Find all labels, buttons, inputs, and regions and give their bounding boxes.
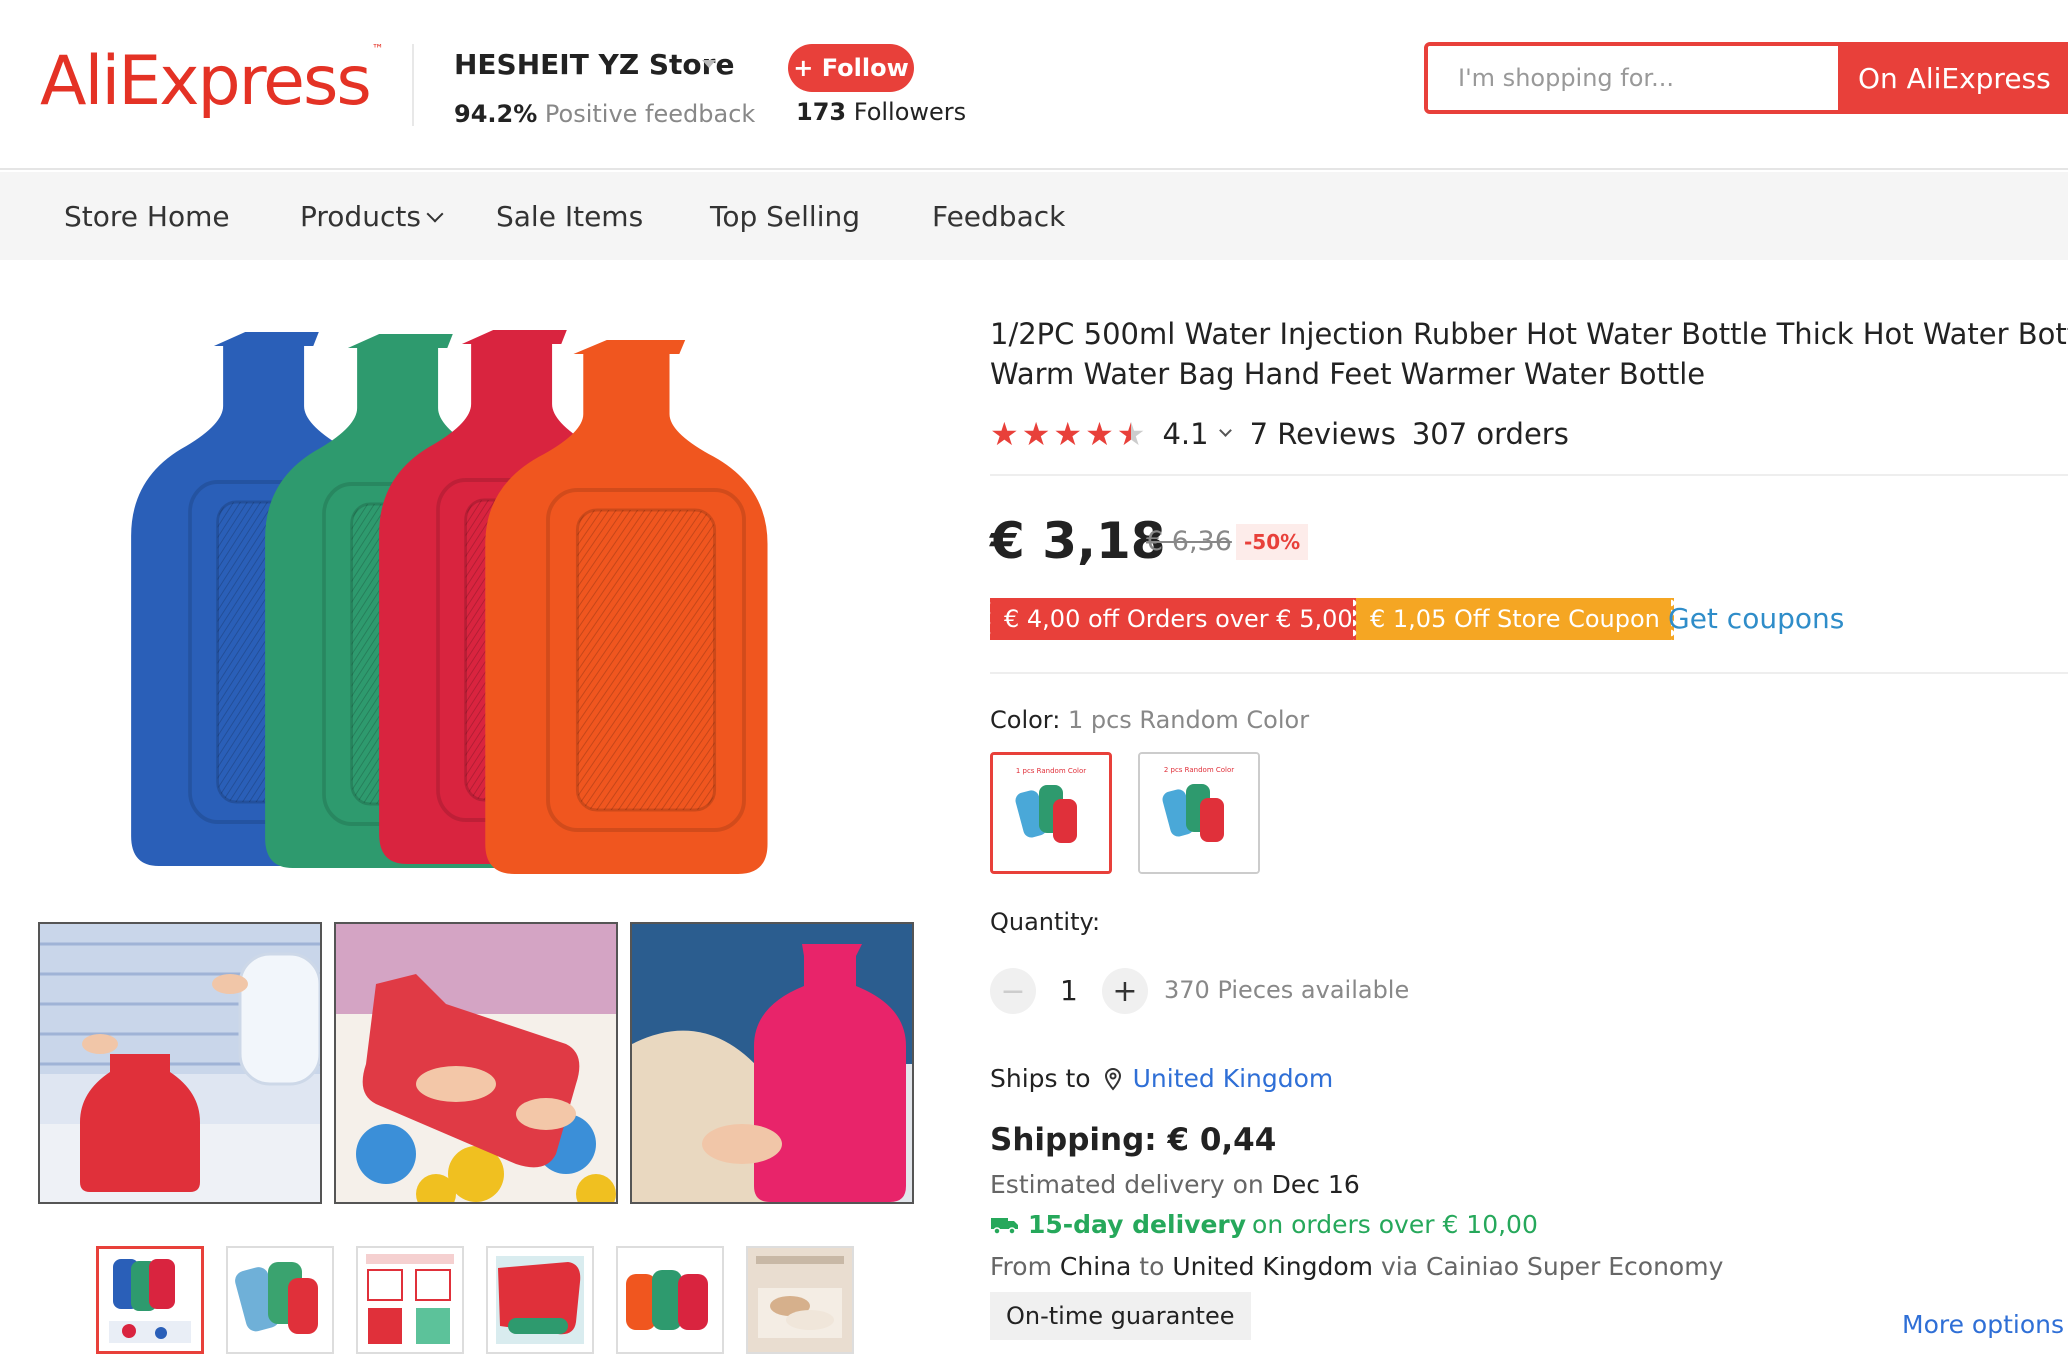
search-bar: On AliExpress — [1424, 42, 2068, 114]
star-icon: ★ — [1053, 415, 1083, 453]
main-product-image[interactable] — [60, 300, 880, 910]
thumbnail-1[interactable] — [96, 1246, 204, 1354]
current-price: € 3,18 — [990, 512, 1166, 570]
ships-to-label: Ships to — [990, 1064, 1091, 1093]
gallery-image-3[interactable] — [630, 922, 914, 1204]
search-button[interactable]: On AliExpress — [1838, 46, 2064, 110]
fast-delivery-title: 15-day delivery — [1028, 1210, 1247, 1239]
rating-value[interactable]: 4.1 — [1162, 417, 1208, 451]
star-icon: ★ — [990, 415, 1019, 453]
on-time-guarantee-badge: On-time guarantee — [990, 1292, 1251, 1340]
orders-count: 307 orders — [1411, 417, 1569, 451]
divider — [990, 672, 2068, 674]
nav-store-home[interactable]: Store Home — [64, 200, 230, 233]
color-swatch-1pcs[interactable]: 1 pcs Random Color — [990, 752, 1112, 874]
shipping-route: From China to United Kingdom via Cainiao… — [990, 1252, 1724, 1281]
nav-top-selling[interactable]: Top Selling — [710, 200, 860, 233]
follow-button[interactable]: + Follow — [788, 44, 914, 92]
chevron-down-icon — [426, 205, 444, 223]
store-feedback: 94.2% Positive feedback — [454, 100, 755, 128]
rating-stars: ★ ★ ★ ★ ★ — [990, 418, 1148, 450]
coupon-orders-over[interactable]: € 4,00 off Orders over € 5,00 — [987, 598, 1370, 640]
discount-badge: -50% — [1236, 524, 1309, 560]
quantity-label: Quantity: — [990, 908, 1101, 936]
location-pin-icon — [1104, 1067, 1121, 1091]
reviews-link[interactable]: 7 Reviews — [1250, 417, 1396, 451]
star-half-icon: ★ — [1116, 415, 1146, 453]
original-price: € 6,36 — [1146, 526, 1232, 557]
gallery-image-2[interactable] — [334, 922, 618, 1204]
color-swatch-2pcs[interactable]: 2 pcs Random Color — [1138, 752, 1260, 874]
chevron-down-icon[interactable] — [1218, 423, 1232, 437]
quantity-increase-button[interactable]: + — [1102, 968, 1148, 1014]
thumbnail-3[interactable] — [356, 1246, 464, 1354]
swatch-caption: 1 pcs Random Color — [1016, 767, 1086, 775]
product-title: 1/2PC 500ml Water Injection Rubber Hot W… — [990, 314, 2068, 394]
thumbnail-4[interactable] — [486, 1246, 594, 1354]
search-input[interactable] — [1428, 46, 1838, 110]
color-value: 1 pcs Random Color — [1067, 706, 1310, 734]
gallery-image-1[interactable] — [38, 922, 322, 1204]
ships-to: Ships to United Kingdom — [990, 1064, 1333, 1093]
star-icon: ★ — [1085, 415, 1114, 453]
truck-icon — [991, 1217, 1018, 1235]
followers-count: 173 Followers — [796, 98, 967, 126]
more-options-link[interactable]: More options — [1902, 1310, 2064, 1339]
fast-delivery-condition: on orders over € 10,00 — [1252, 1210, 1538, 1239]
caret-down-icon[interactable] — [702, 60, 716, 68]
thumbnail-5[interactable] — [616, 1246, 724, 1354]
fast-delivery-info: 15-day delivery on orders over € 10,00 — [990, 1210, 1538, 1239]
quantity-decrease-button[interactable]: − — [990, 968, 1036, 1014]
product-title-line-2: Warm Water Bag Hand Feet Warmer Water Bo… — [990, 357, 1706, 391]
shipping-cost: Shipping: € 0,44 — [990, 1122, 1277, 1158]
ship-country-link[interactable]: United Kingdom — [1133, 1064, 1334, 1093]
aliexpress-logo[interactable]: AliExpress ™ — [40, 42, 384, 121]
store-nav: Store Home Products Sale Items Top Selli… — [0, 172, 2068, 260]
divider — [990, 474, 2068, 476]
delivery-date: Dec 16 — [1271, 1170, 1360, 1199]
store-header: AliExpress ™ HESHEIT YZ Store 94.2% Posit… — [0, 0, 2068, 170]
thumbnail-2[interactable] — [226, 1246, 334, 1354]
feedback-label: Positive feedback — [544, 100, 756, 128]
quantity-value[interactable]: 1 — [1060, 974, 1078, 1007]
nav-sale-items[interactable]: Sale Items — [496, 200, 643, 233]
product-title-line-1: 1/2PC 500ml Water Injection Rubber Hot W… — [990, 317, 2068, 351]
swatch-caption: 2 pcs Random Color — [1164, 766, 1234, 774]
nav-feedback[interactable]: Feedback — [932, 200, 1065, 233]
star-icon: ★ — [1021, 415, 1051, 453]
rating-row: ★ ★ ★ ★ ★ 4.1 7 Reviews 307 orders — [990, 414, 1569, 454]
quantity-available: 370 Pieces available — [1164, 976, 1410, 1004]
nav-products[interactable]: Products — [300, 200, 444, 233]
coupon-store[interactable]: € 1,05 Off Store Coupon — [1353, 598, 1677, 640]
feedback-value: 94.2% — [454, 100, 538, 128]
header-divider — [412, 44, 414, 126]
get-coupons-link[interactable]: Get coupons — [1668, 602, 1844, 635]
thumbnail-6[interactable] — [746, 1246, 854, 1354]
color-label: Color: 1 pcs Random Color — [990, 706, 1310, 734]
estimated-delivery: Estimated delivery on Dec 16 — [990, 1170, 1360, 1199]
store-name[interactable]: HESHEIT YZ Store — [454, 48, 734, 81]
